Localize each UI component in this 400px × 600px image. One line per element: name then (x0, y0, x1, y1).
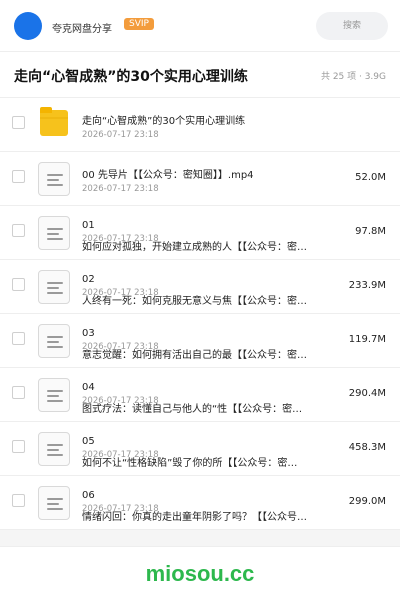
item-name: 04 (82, 382, 95, 393)
item-name: 00 先导片【【公众号：密知圈】】.mp4 (82, 170, 254, 181)
item-name: 05 (82, 436, 95, 447)
video-file-icon (38, 378, 70, 412)
folder-meta: 共 25 项 · 3.9G (320, 72, 386, 82)
list-item[interactable]: 06 2026-07-17 23:18 情绪闪回：你真的走出童年阴影了吗？【【公… (0, 476, 400, 530)
item-date: 2026-07-17 23:18 (82, 184, 159, 194)
item-name: 走向“心智成熟”的30个实用心理训练 (82, 116, 246, 127)
item-name: 03 (82, 328, 95, 339)
item-name: 06 (82, 490, 95, 501)
item-subtitle: 图式疗法：读懂自己与他人的“性【【公众号：密… (82, 404, 303, 415)
item-size: 52.0M (355, 172, 386, 183)
select-checkbox[interactable] (12, 170, 25, 183)
select-checkbox[interactable] (12, 278, 25, 291)
folder-header: 走向“心智成熟”的30个实用心理训练 共 25 项 · 3.9G (0, 52, 400, 98)
item-subtitle: 人终有一死：如何克服无意义与焦【【公众号：密… (82, 296, 307, 307)
list-item[interactable]: 走向“心智成熟”的30个实用心理训练 2026-07-17 23:18 (0, 98, 400, 152)
list-item[interactable]: 03 2026-07-17 23:18 意志觉醒：如何拥有活出自己的最【【公众号… (0, 314, 400, 368)
item-size: 458.3M (348, 442, 386, 453)
svip-badge: SVIP (124, 18, 154, 30)
footer: miosou.cc (0, 546, 400, 600)
search-input[interactable]: 搜索 (316, 12, 388, 40)
item-size: 290.4M (348, 388, 386, 399)
item-name: 01 (82, 220, 95, 231)
item-subtitle: 如何应对孤独，开始建立成熟的人【【公众号：密… (82, 242, 307, 253)
item-size: 299.0M (348, 496, 386, 507)
select-checkbox[interactable] (12, 332, 25, 345)
list-item[interactable]: 04 2026-07-17 23:18 图式疗法：读懂自己与他人的“性【【公众号… (0, 368, 400, 422)
list-item[interactable]: 02 2026-07-17 23:18 人终有一死：如何克服无意义与焦【【公众号… (0, 260, 400, 314)
video-file-icon (38, 270, 70, 304)
item-date: 2026-07-17 23:18 (82, 130, 159, 140)
video-file-icon (38, 216, 70, 250)
list-item[interactable]: 01 2026-07-17 23:18 如何应对孤独，开始建立成熟的人【【公众号… (0, 206, 400, 260)
video-file-icon (38, 486, 70, 520)
avatar[interactable] (14, 12, 42, 40)
folder-icon (40, 107, 68, 136)
select-checkbox[interactable] (12, 440, 25, 453)
select-checkbox[interactable] (12, 494, 25, 507)
select-checkbox[interactable] (12, 224, 25, 237)
item-subtitle: 意志觉醒：如何拥有活出自己的最【【公众号：密… (82, 350, 307, 361)
item-subtitle: 如何不让“性格缺陷”毁了你的所【【公众号：密… (82, 458, 298, 469)
item-size: 233.9M (348, 280, 386, 291)
list-item[interactable]: 00 先导片【【公众号：密知圈】】.mp4 2026-07-17 23:18 5… (0, 152, 400, 206)
select-checkbox[interactable] (12, 386, 25, 399)
page-title: 走向“心智成熟”的30个实用心理训练 (14, 69, 248, 85)
video-file-icon (38, 432, 70, 466)
item-size: 97.8M (355, 226, 386, 237)
video-file-icon (38, 324, 70, 358)
video-file-icon (38, 162, 70, 196)
item-size: 119.7M (348, 334, 386, 345)
share-name: 夸克网盘分享 (52, 24, 112, 35)
select-checkbox[interactable] (12, 116, 25, 129)
item-name: 02 (82, 274, 95, 285)
item-subtitle: 情绪闪回：你真的走出童年阴影了吗？【【公众号… (82, 512, 307, 523)
watermark: miosou.cc (145, 561, 255, 586)
list-item[interactable]: 05 2026-07-17 23:18 如何不让“性格缺陷”毁了你的所【【公众号… (0, 422, 400, 476)
top-bar: 夸克网盘分享 SVIP 搜索 (0, 0, 400, 52)
